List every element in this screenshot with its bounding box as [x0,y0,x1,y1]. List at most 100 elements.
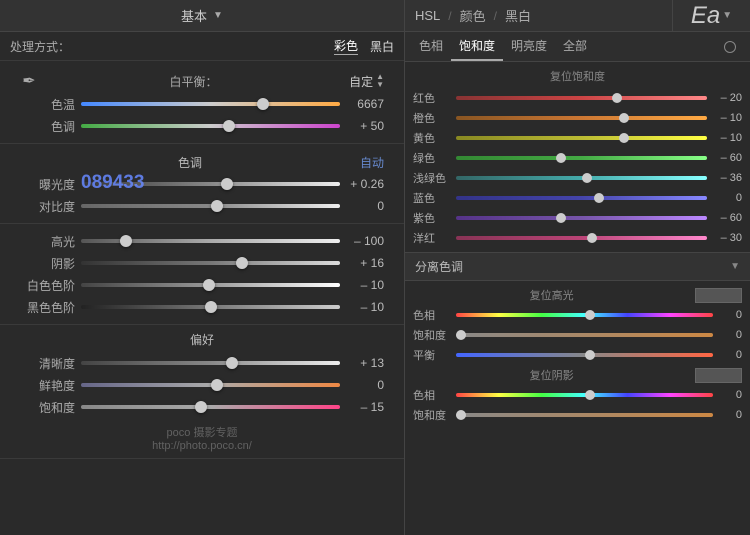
st-shadow-sat-row: 饱和度 0 [405,405,750,425]
highlight-thumb[interactable] [120,235,132,247]
highlight-slider[interactable] [81,239,340,243]
hsl-blue-label: 蓝色 [413,190,451,206]
hsl-purple-value: – 60 [712,212,742,224]
tint-label: 色调 [20,118,75,135]
st-shadow-sat-thumb[interactable] [456,410,466,420]
hsl-purple-row: 紫色 – 60 [405,208,750,228]
saturation-value: – 15 [346,400,384,414]
exposure-value: + 0.26 [346,177,384,191]
shadow-value: + 16 [346,256,384,270]
st-hue-row: 色相 0 [405,305,750,325]
exposure-slider[interactable]: 089433 [81,182,340,186]
vibrance-slider-row: 鲜艳度 0 [10,374,394,396]
clarity-slider[interactable] [81,361,340,365]
st-hue-slider[interactable] [456,313,713,317]
tint-thumb[interactable] [223,120,235,132]
reset-shadow-btn[interactable] [695,368,742,383]
mode-bw-btn[interactable]: 黑白 [370,38,394,55]
hsl-purple-slider[interactable] [456,216,707,220]
hsl-magenta-thumb[interactable] [587,233,597,243]
hsl-blue-thumb[interactable] [594,193,604,203]
shadow-thumb[interactable] [236,257,248,269]
temp-thumb[interactable] [257,98,269,110]
ea-arrow: ▼ [722,10,732,21]
split-tone-arrow: ▼ [730,261,740,272]
shadow-slider-row: 阴影 + 16 [10,252,394,274]
reset-highlight-row: 复位高光 [405,285,750,305]
reset-highlight-btn[interactable] [695,288,742,303]
mode-label: 处理方式： [10,38,70,55]
left-header[interactable]: 基本 ▼ [0,0,404,32]
st-sat-thumb[interactable] [456,330,466,340]
hsl-aqua-slider[interactable] [456,176,707,180]
contrast-slider[interactable] [81,204,340,208]
st-sat-value: 0 [718,329,742,341]
hsl-red-slider[interactable] [456,96,707,100]
hsl-green-slider[interactable] [456,156,707,160]
st-sat-row: 饱和度 0 [405,325,750,345]
white-slider-row: 白色色阶 – 10 [10,274,394,296]
wb-row: ✒ 白平衡： 自定 ▲▼ [10,67,394,93]
shadow-label: 阴影 [20,255,75,272]
split-tone-header[interactable]: 分离色调 ▼ [405,252,750,281]
hsl-nav: HSL / 颜色 / 黑白 [405,0,672,31]
wb-value[interactable]: 自定 ▲▼ [349,73,384,90]
contrast-thumb[interactable] [211,200,223,212]
black-thumb[interactable] [205,301,217,313]
tab-saturation[interactable]: 饱和度 [451,32,503,61]
bw-tab[interactable]: 黑白 [505,6,531,25]
header-arrow: ▼ [213,10,223,21]
saturation-thumb[interactable] [195,401,207,413]
st-shadow-hue-label: 色相 [413,387,451,403]
hsl-purple-thumb[interactable] [556,213,566,223]
saturation-slider[interactable] [81,405,340,409]
hsl-aqua-thumb[interactable] [582,173,592,183]
temp-slider[interactable] [81,102,340,106]
hsl-red-thumb[interactable] [612,93,622,103]
tab-hue[interactable]: 色相 [411,32,451,61]
st-balance-slider[interactable] [456,353,713,357]
highlight-label: 高光 [20,233,75,250]
tint-slider-row: 色调 + 50 [10,115,394,137]
hsl-blue-row: 蓝色 0 [405,188,750,208]
white-value: – 10 [346,278,384,292]
hsl-yellow-value: – 10 [712,132,742,144]
st-balance-thumb[interactable] [585,350,595,360]
hsl-magenta-slider[interactable] [456,236,707,240]
color-tab[interactable]: 颜色 [460,6,486,25]
tone-auto-btn[interactable]: 自动 [360,154,384,171]
black-slider[interactable] [81,305,340,309]
hsl-yellow-slider[interactable] [456,136,707,140]
clarity-thumb[interactable] [226,357,238,369]
vibrance-thumb[interactable] [211,379,223,391]
vibrance-value: 0 [346,378,384,392]
tab-brightness[interactable]: 明亮度 [503,32,555,61]
st-balance-row: 平衡 0 [405,345,750,365]
tint-value: + 50 [346,119,384,133]
white-slider[interactable] [81,283,340,287]
hsl-orange-thumb[interactable] [619,113,629,123]
white-thumb[interactable] [203,279,215,291]
clarity-value: + 13 [346,356,384,370]
vibrance-slider[interactable] [81,383,340,387]
st-sat-slider[interactable] [456,333,713,337]
st-shadow-hue-thumb[interactable] [585,390,595,400]
eyedropper-icon[interactable]: ✒ [20,72,38,90]
hsl-orange-row: 橙色 – 10 [405,108,750,128]
sep1: / [448,9,451,23]
hsl-green-thumb[interactable] [556,153,566,163]
st-shadow-hue-slider[interactable] [456,393,713,397]
st-shadow-sat-slider[interactable] [456,413,713,417]
hsl-content: 复位饱和度 红色 – 20 橙色 – 10 黄色 [405,62,750,252]
hsl-yellow-thumb[interactable] [619,133,629,143]
hsl-blue-slider[interactable] [456,196,707,200]
hsl-orange-slider[interactable] [456,116,707,120]
tab-all[interactable]: 全部 [555,32,595,61]
mode-color-btn[interactable]: 彩色 [334,37,358,55]
tint-slider[interactable] [81,124,340,128]
shadow-slider[interactable] [81,261,340,265]
exposure-thumb[interactable] [221,178,233,190]
contrast-slider-row: 对比度 0 [10,195,394,217]
st-hue-thumb[interactable] [585,310,595,320]
st-balance-value: 0 [718,349,742,361]
